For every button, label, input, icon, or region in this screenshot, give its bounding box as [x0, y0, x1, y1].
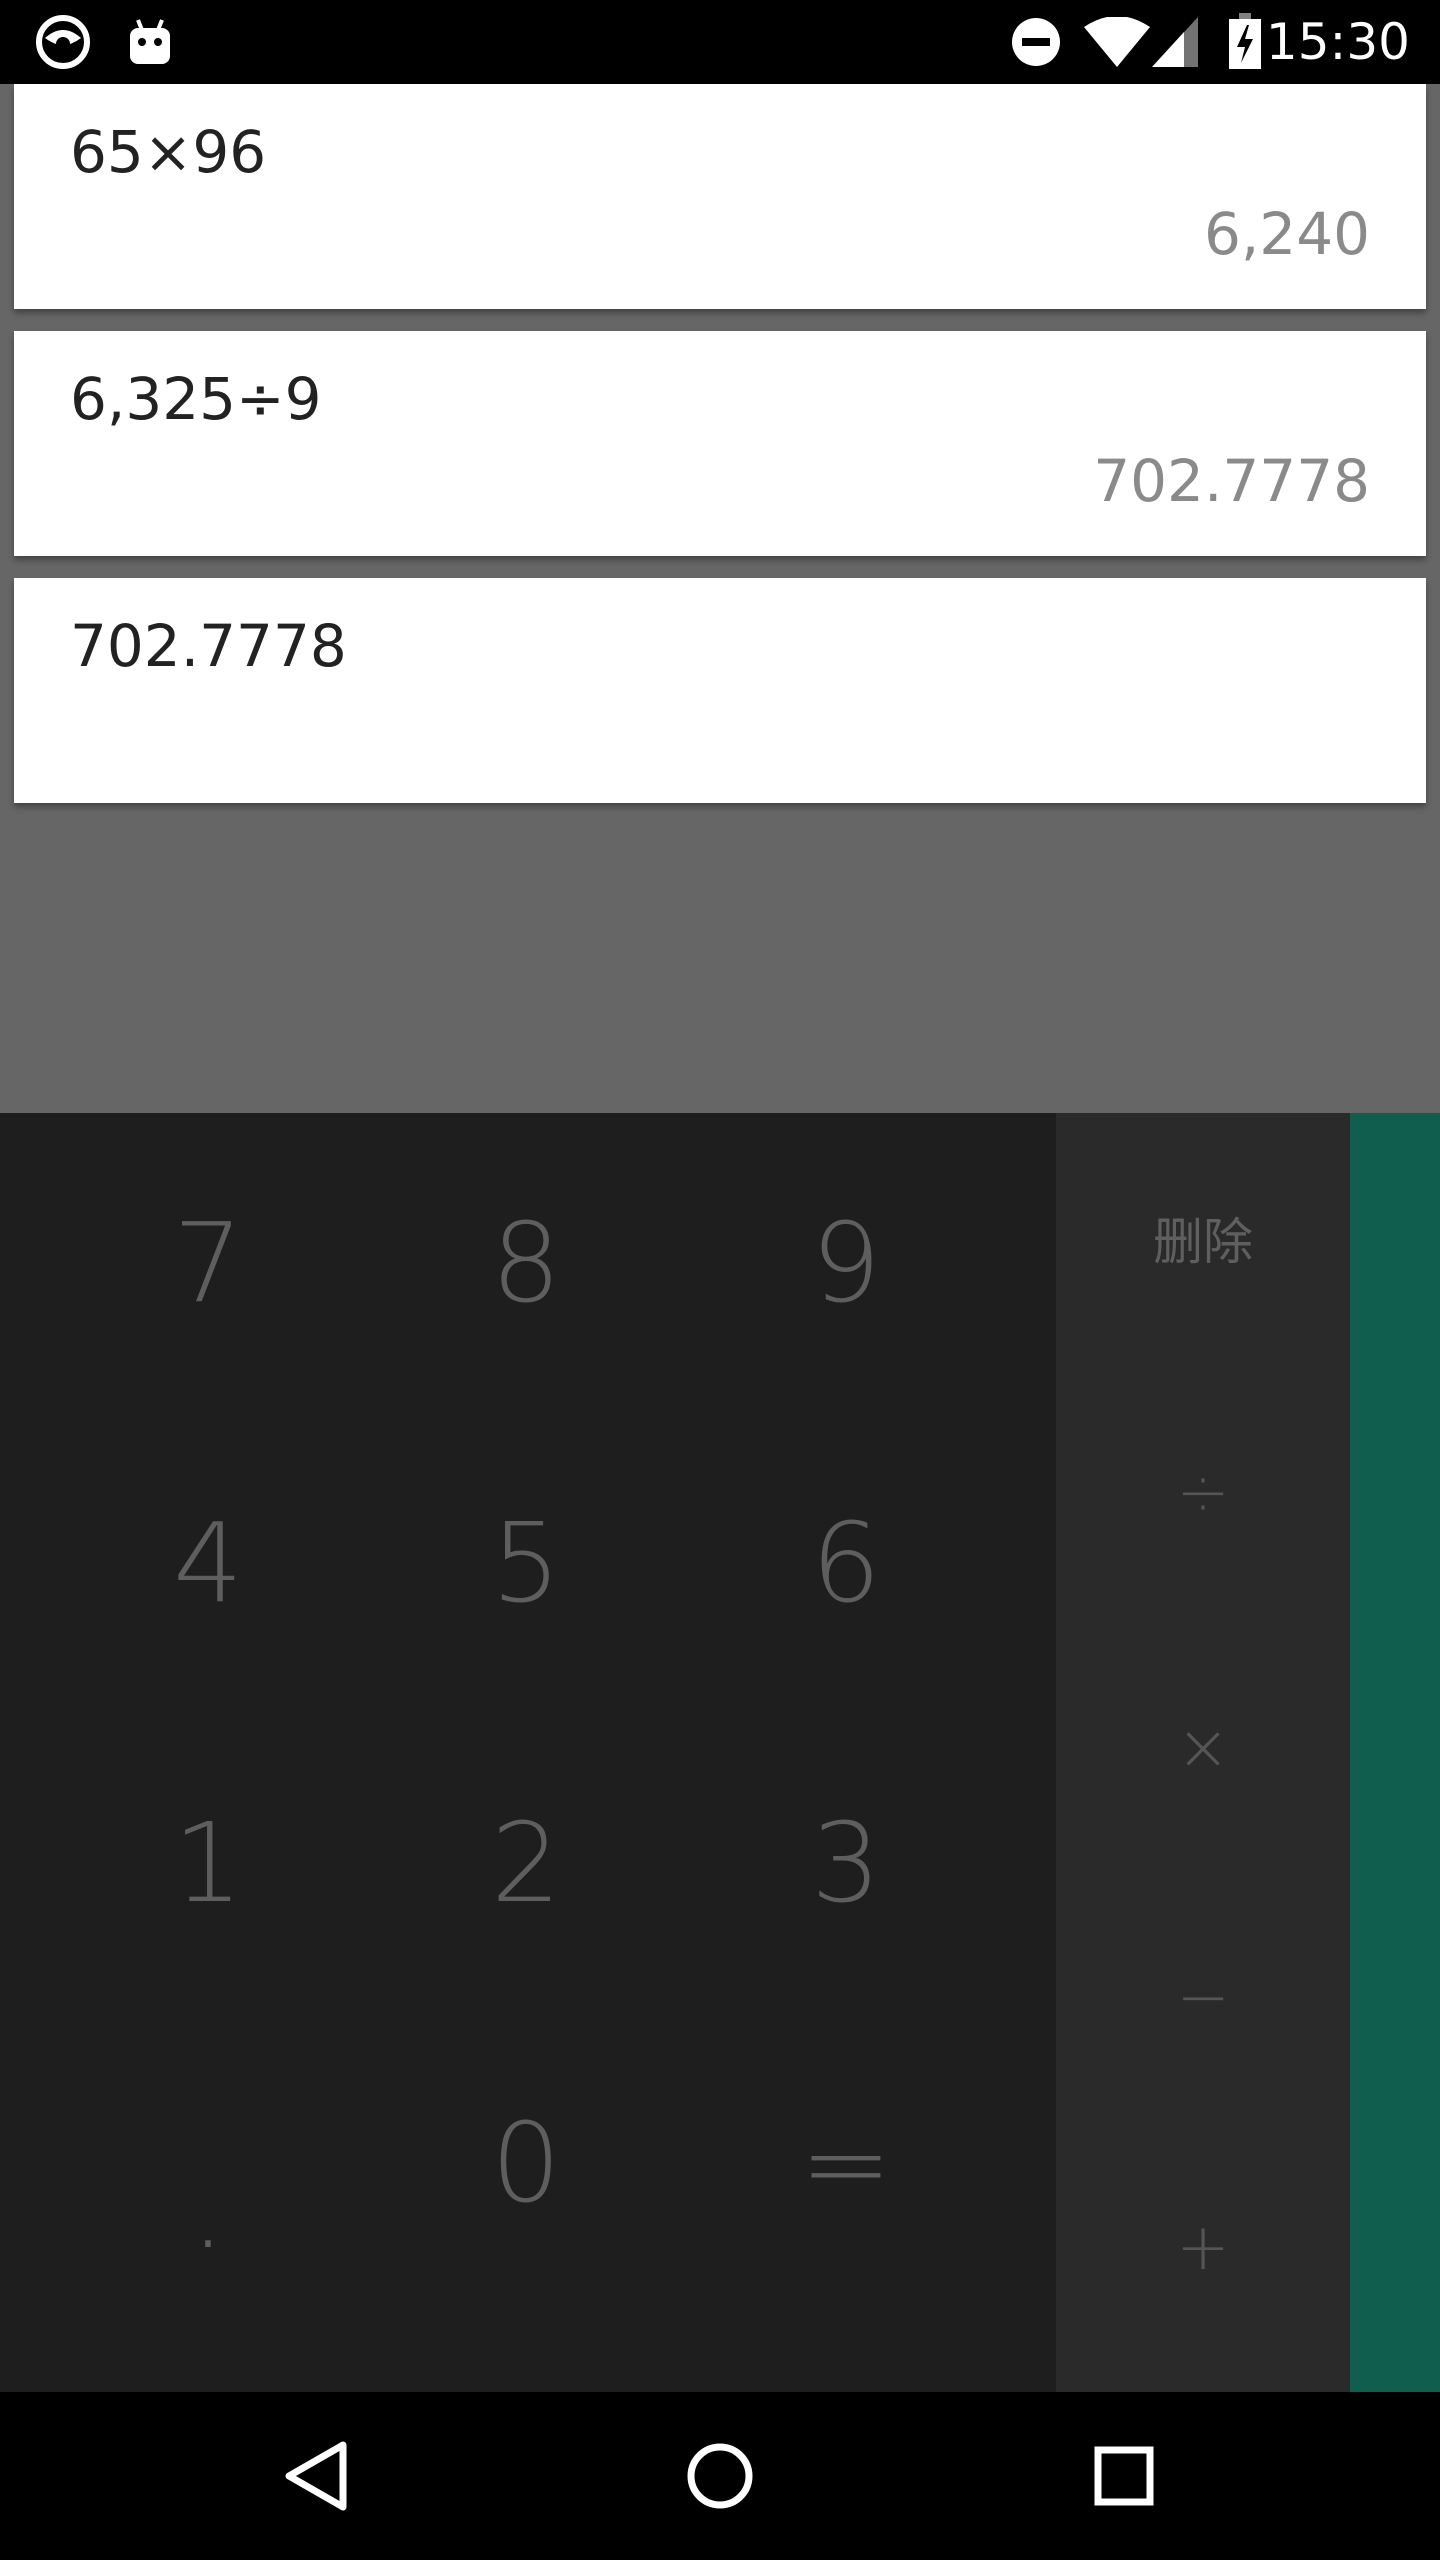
digit-2-button[interactable]: 2 — [366, 1713, 686, 2013]
plus-button[interactable]: + — [1056, 2123, 1350, 2373]
equals-button[interactable]: = — [686, 2013, 1006, 2313]
digit-3-button[interactable]: 3 — [686, 1713, 1006, 2013]
home-button[interactable] — [640, 2392, 800, 2560]
current-display[interactable]: 702.7778 — [14, 578, 1426, 803]
digit-4-button[interactable]: 4 — [48, 1413, 368, 1713]
status-clock: 15:30 — [1265, 13, 1410, 71]
decimal-point-button[interactable]: . — [48, 2013, 368, 2273]
digit-1-button[interactable]: 1 — [48, 1713, 368, 2013]
cell-signal-icon — [1150, 0, 1200, 84]
multiply-button[interactable]: × — [1056, 1623, 1350, 1873]
history-item[interactable]: 6,325÷9 702.7778 — [14, 331, 1426, 556]
recents-button[interactable] — [1044, 2392, 1204, 2560]
history-panel[interactable]: 65×96 6,240 6,325÷9 702.7778 702.7778 — [0, 84, 1440, 1113]
android-debug-icon — [120, 0, 180, 84]
back-button[interactable] — [236, 2392, 396, 2560]
history-result: 702.7778 — [1093, 447, 1370, 515]
navigation-bar — [0, 2392, 1440, 2560]
digit-9-button[interactable]: 9 — [686, 1113, 1006, 1413]
minus-button[interactable]: − — [1056, 1873, 1350, 2123]
digit-0-button[interactable]: 0 — [366, 2013, 686, 2313]
current-expression: 702.7778 — [70, 612, 347, 680]
status-bar: 15:30 — [0, 0, 1440, 84]
digit-6-button[interactable]: 6 — [686, 1413, 1006, 1713]
divide-button[interactable]: ÷ — [1056, 1363, 1350, 1623]
digit-5-button[interactable]: 5 — [366, 1413, 686, 1713]
history-item[interactable]: 65×96 6,240 — [14, 84, 1426, 309]
numeric-pad: 7 8 9 4 5 6 1 2 3 . 0 = — [0, 1113, 1056, 2392]
battery-charging-icon — [1222, 0, 1268, 84]
history-expression: 6,325÷9 — [70, 365, 322, 433]
operator-pad: 删除 ÷ × − + — [1056, 1113, 1350, 2392]
delete-button[interactable]: 删除 — [1056, 1113, 1350, 1363]
recents-icon — [1094, 2446, 1154, 2506]
digit-7-button[interactable]: 7 — [48, 1113, 368, 1413]
app-notification-icon — [30, 0, 96, 84]
home-icon — [687, 2443, 753, 2509]
history-result: 6,240 — [1203, 200, 1370, 268]
history-expression: 65×96 — [70, 118, 267, 186]
advanced-panel-handle[interactable] — [1350, 1113, 1440, 2392]
do-not-disturb-icon — [1006, 0, 1066, 84]
wifi-icon — [1082, 0, 1152, 84]
keypad: 7 8 9 4 5 6 1 2 3 . 0 = 删除 ÷ × − + — [0, 1113, 1440, 2392]
digit-8-button[interactable]: 8 — [366, 1113, 686, 1413]
back-icon — [285, 2441, 347, 2511]
